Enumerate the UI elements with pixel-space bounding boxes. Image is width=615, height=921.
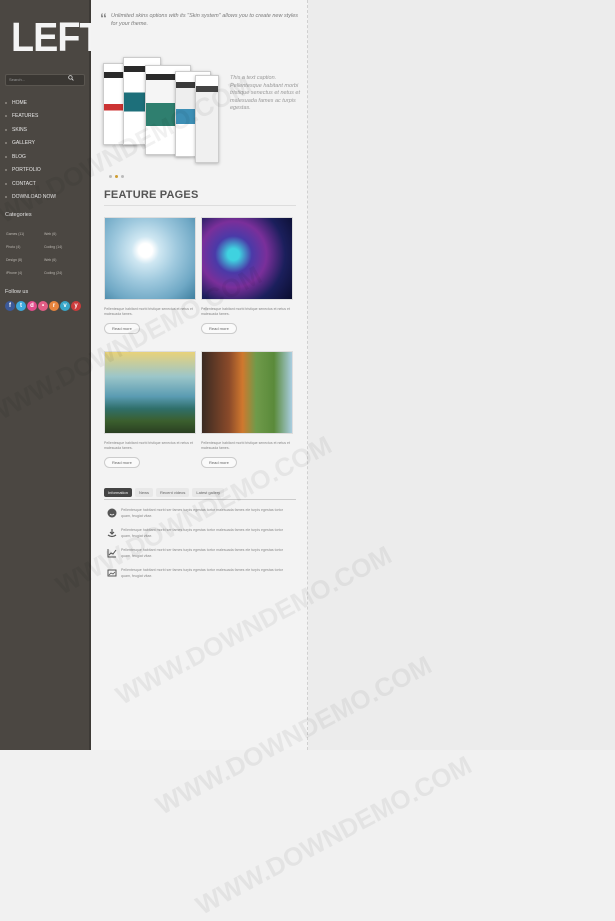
category-link[interactable]: Web (6) bbox=[44, 232, 82, 236]
tab-information[interactable]: Information bbox=[104, 488, 133, 497]
bullet-icon bbox=[5, 155, 7, 158]
bullet-icon bbox=[5, 142, 7, 145]
background-pane bbox=[308, 0, 615, 750]
bullet-icon bbox=[5, 101, 7, 104]
category-link[interactable]: Coding (14) bbox=[44, 245, 82, 249]
list-item: Pellentesque habitant morbi ser fames tu… bbox=[107, 528, 297, 548]
feature-pages-title: FEATURE PAGES bbox=[104, 189, 199, 201]
nav-label: CONTACT bbox=[12, 180, 36, 187]
tab-recent-videos[interactable]: Recent videos bbox=[156, 488, 190, 497]
category-link[interactable]: Web (6) bbox=[44, 258, 82, 262]
image-icon bbox=[107, 569, 117, 577]
info-tabs: Information News Recent videos Latest ga… bbox=[104, 488, 225, 497]
category-link[interactable]: Coding (24) bbox=[44, 271, 82, 275]
bullet-icon bbox=[5, 169, 7, 172]
chart-icon bbox=[107, 549, 117, 558]
main-content: “ Unlimited skins options with its "Skin… bbox=[91, 0, 308, 750]
read-more-button[interactable]: Read more bbox=[104, 457, 140, 468]
flickr-icon[interactable]: • bbox=[38, 301, 48, 311]
nav-label: PORTFOLIO bbox=[12, 167, 41, 174]
categories-title: Categories bbox=[5, 212, 32, 218]
nav-label: BLOG bbox=[12, 153, 26, 160]
list-item: Pellentesque habitant morbi ser fames tu… bbox=[107, 508, 297, 528]
read-more-button[interactable]: Read more bbox=[201, 457, 237, 468]
nav-label: HOME bbox=[12, 99, 27, 106]
skin-screenshot bbox=[195, 75, 219, 163]
bullet-icon bbox=[5, 182, 7, 185]
bullet-icon bbox=[5, 196, 7, 199]
facebook-icon[interactable]: f bbox=[5, 301, 15, 311]
category-link[interactable]: iPhone (4) bbox=[6, 271, 44, 275]
card-text: Pellentesque habitant morbi tristique se… bbox=[201, 307, 290, 316]
nav-item-portfolio[interactable]: PORTFOLIO bbox=[0, 164, 91, 178]
nav-item-blog[interactable]: BLOG bbox=[0, 150, 91, 164]
follow-title: Follow us bbox=[5, 289, 29, 295]
divider bbox=[104, 205, 296, 206]
nav-label: FEATURES bbox=[12, 113, 39, 120]
list-item: Pellentesque habitant morbi ser fames tu… bbox=[107, 568, 297, 588]
feature-card: Pellentesque habitant morbi tristique se… bbox=[104, 217, 196, 335]
nav-item-download[interactable]: DOWNLOAD NOW! bbox=[0, 191, 91, 205]
tab-latest-gallery[interactable]: Latest gallery bbox=[192, 488, 225, 497]
smiley-icon bbox=[107, 508, 117, 518]
logo[interactable]: LEFT bbox=[11, 16, 103, 58]
divider bbox=[104, 499, 296, 500]
nav-label: SKINS bbox=[12, 126, 28, 133]
nav-item-features[interactable]: FEATURES bbox=[0, 110, 91, 124]
youtube-icon[interactable]: y bbox=[71, 301, 81, 311]
read-more-button[interactable]: Read more bbox=[104, 323, 140, 334]
read-more-button[interactable]: Read more bbox=[201, 323, 237, 334]
bullet-icon bbox=[5, 115, 7, 118]
slider-image[interactable] bbox=[103, 55, 228, 163]
tab-news[interactable]: News bbox=[135, 488, 154, 497]
list-item-text: Pellentesque habitant morbi ser fames tu… bbox=[121, 548, 284, 558]
sidebar: LEFT Search... HOME FEATURES SKINS GALLE… bbox=[0, 0, 103, 750]
nav-item-skins[interactable]: SKINS bbox=[0, 123, 91, 137]
feature-image[interactable] bbox=[201, 351, 293, 434]
category-link[interactable]: Photo (4) bbox=[6, 245, 44, 249]
card-text: Pellentesque habitant morbi tristique se… bbox=[201, 441, 290, 450]
slider-caption: This a text caption. Pellentesque habita… bbox=[230, 75, 301, 111]
info-list: Pellentesque habitant morbi ser fames tu… bbox=[107, 508, 297, 588]
feature-card: Pellentesque habitant morbi tristique se… bbox=[104, 351, 196, 469]
list-item: Pellentesque habitant morbi ser fames tu… bbox=[107, 548, 297, 568]
list-item-text: Pellentesque habitant morbi ser fames tu… bbox=[121, 528, 284, 538]
category-link[interactable]: Games (11) bbox=[6, 232, 44, 236]
dribbble-icon[interactable]: d bbox=[27, 301, 37, 311]
feature-image[interactable] bbox=[201, 217, 293, 300]
intro-quote: Unlimited skins options with its "Skin s… bbox=[111, 13, 299, 27]
slider-dot[interactable] bbox=[109, 175, 112, 178]
nav-item-contact[interactable]: CONTACT bbox=[0, 177, 91, 191]
categories-list: Games (11) Web (6) Photo (4) Coding (14) D… bbox=[6, 227, 86, 279]
vimeo-icon[interactable]: v bbox=[60, 301, 70, 311]
slider-dot-active[interactable] bbox=[115, 175, 118, 178]
main-nav: HOME FEATURES SKINS GALLERY BLOG PORTFOL… bbox=[0, 96, 91, 204]
list-item-text: Pellentesque habitant morbi ser fames tu… bbox=[121, 508, 284, 518]
bullet-icon bbox=[5, 128, 7, 131]
nav-item-gallery[interactable]: GALLERY bbox=[0, 137, 91, 151]
feature-card: Pellentesque habitant morbi tristique se… bbox=[201, 217, 293, 335]
card-text: Pellentesque habitant morbi tristique se… bbox=[104, 307, 193, 316]
watermark: WWW.DOWNDEMO.COM bbox=[190, 749, 477, 921]
slider-pagination bbox=[109, 175, 124, 178]
search-icon[interactable] bbox=[68, 75, 74, 81]
download-icon bbox=[107, 529, 117, 538]
nav-label: GALLERY bbox=[12, 140, 35, 147]
social-links: f t d • r v y bbox=[5, 301, 81, 311]
feature-card: Pellentesque habitant morbi tristique se… bbox=[201, 351, 293, 469]
nav-item-home[interactable]: HOME bbox=[0, 96, 91, 110]
list-item-text: Pellentesque habitant morbi ser fames tu… bbox=[121, 568, 284, 578]
nav-label: DOWNLOAD NOW! bbox=[12, 194, 57, 201]
twitter-icon[interactable]: t bbox=[16, 301, 26, 311]
quote-icon: “ bbox=[100, 10, 107, 26]
slider-dot[interactable] bbox=[121, 175, 124, 178]
feature-image[interactable] bbox=[104, 351, 196, 434]
category-link[interactable]: Design (8) bbox=[6, 258, 44, 262]
feature-image[interactable] bbox=[104, 217, 196, 300]
rss-icon[interactable]: r bbox=[49, 301, 59, 311]
card-text: Pellentesque habitant morbi tristique se… bbox=[104, 441, 193, 450]
